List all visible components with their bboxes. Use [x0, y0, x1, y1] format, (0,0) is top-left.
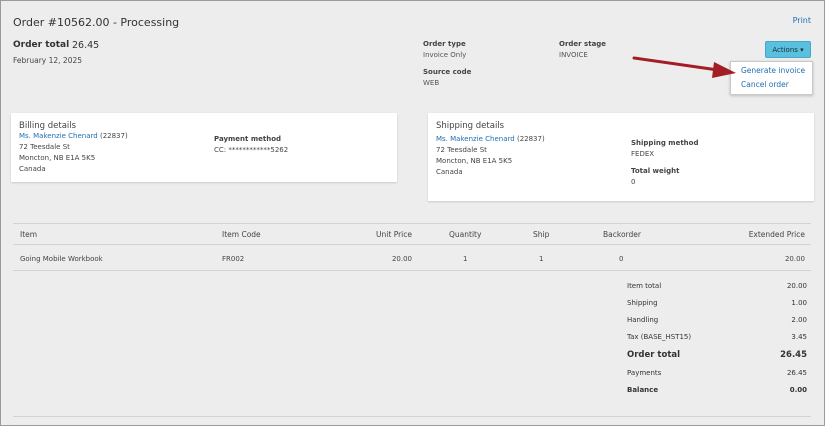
shipping-customer: Ms. Makenzie Chenard (22837) — [436, 135, 545, 143]
print-link[interactable]: Print — [793, 16, 811, 25]
order-total-label: Order total — [13, 40, 70, 50]
column-header-backorder: Backorder — [603, 230, 641, 239]
order-stage-label: Order stage — [559, 40, 607, 48]
billing-customer: Ms. Makenzie Chenard (22837) — [19, 132, 128, 140]
actions-menu: Generate invoice Cancel order — [730, 61, 813, 95]
summary-balance-label: Balance — [627, 386, 659, 394]
actions-button[interactable]: Actions ▾ — [765, 41, 811, 58]
shipping-details-title: Shipping details — [436, 121, 505, 131]
summary-item-total-label: Item total — [627, 282, 662, 290]
billing-address-line1: 72 Teesdale St — [19, 143, 70, 151]
summary-shipping-value: 1.00 — [791, 299, 807, 307]
ship-cell: 1 — [539, 255, 544, 263]
shipping-customer-link[interactable]: Ms. Makenzie Chenard — [436, 135, 515, 143]
item-name-link[interactable]: Going Mobile Workbook — [20, 255, 103, 263]
table-top-divider — [13, 223, 811, 224]
source-code-value: WEB — [423, 79, 440, 87]
summary-balance-value: 0.00 — [789, 386, 807, 394]
extended-price-cell: 20.00 — [784, 255, 805, 263]
summary-shipping-label: Shipping — [627, 299, 658, 307]
column-header-extended-price: Extended Price — [748, 230, 805, 239]
page-title: Order #10562.00 - Processing — [13, 16, 180, 29]
summary-handling-value: 2.00 — [791, 316, 807, 324]
total-weight-label: Total weight — [631, 167, 680, 175]
billing-customer-link[interactable]: Ms. Makenzie Chenard — [19, 132, 98, 140]
shipping-country: Canada — [436, 168, 463, 176]
cancel-order-menu-item[interactable]: Cancel order — [741, 80, 789, 89]
table-header-divider — [13, 244, 811, 245]
column-header-item-code: Item Code — [222, 230, 261, 239]
summary-handling-label: Handling — [627, 316, 659, 324]
shipping-address-line2: Moncton, NB E1A 5K5 — [436, 157, 513, 165]
summary-payments-value: 26.45 — [786, 369, 807, 377]
billing-address-line2: Moncton, NB E1A 5K5 — [19, 154, 96, 162]
column-header-item: Item — [20, 230, 38, 239]
payment-method-label: Payment method — [214, 135, 282, 143]
unit-price-cell: 20.00 — [391, 255, 412, 263]
table-bottom-divider — [13, 270, 811, 271]
order-date: February 12, 2025 — [13, 56, 83, 65]
quantity-cell: 1 — [463, 255, 468, 263]
item-code-cell: FR002 — [222, 255, 245, 263]
billing-details-title: Billing details — [19, 121, 77, 131]
shipping-details-card: Shipping details Ms. Makenzie Chenard (2… — [428, 113, 814, 201]
generate-invoice-menu-item[interactable]: Generate invoice — [741, 66, 805, 75]
payment-method-value: CC: ************5262 — [214, 146, 289, 154]
summary-item-total-value: 20.00 — [786, 282, 807, 290]
billing-country: Canada — [19, 165, 46, 173]
order-total-value: 26.45 — [72, 40, 100, 51]
order-stage-value: INVOICE — [559, 51, 588, 59]
summary-tax-value: 3.45 — [791, 333, 807, 341]
summary-payments-label: Payments — [627, 369, 662, 377]
summary-order-total-value: 26.45 — [780, 350, 807, 360]
column-header-ship: Ship — [533, 230, 550, 239]
column-header-unit-price: Unit Price — [376, 230, 412, 239]
billing-details-card: Billing details Ms. Makenzie Chenard (22… — [11, 113, 397, 182]
billing-customer-id: (22837) — [99, 132, 128, 140]
column-header-quantity: Quantity — [449, 230, 482, 239]
arrow-annotation-icon — [632, 56, 736, 78]
source-code-label: Source code — [423, 68, 472, 76]
footer-divider — [13, 416, 811, 417]
shipping-customer-id: (22837) — [516, 135, 545, 143]
summary-tax-label: Tax (BASE_HST15) — [627, 333, 692, 341]
order-type-label: Order type — [423, 40, 466, 48]
backorder-cell: 0 — [619, 255, 624, 263]
shipping-method-label: Shipping method — [631, 139, 699, 147]
shipping-address-line1: 72 Teesdale St — [436, 146, 487, 154]
total-weight-value: 0 — [631, 178, 636, 186]
order-type-value: Invoice Only — [423, 51, 467, 59]
summary-order-total-label: Order total — [627, 350, 681, 360]
shipping-method-value: FEDEX — [631, 150, 655, 158]
